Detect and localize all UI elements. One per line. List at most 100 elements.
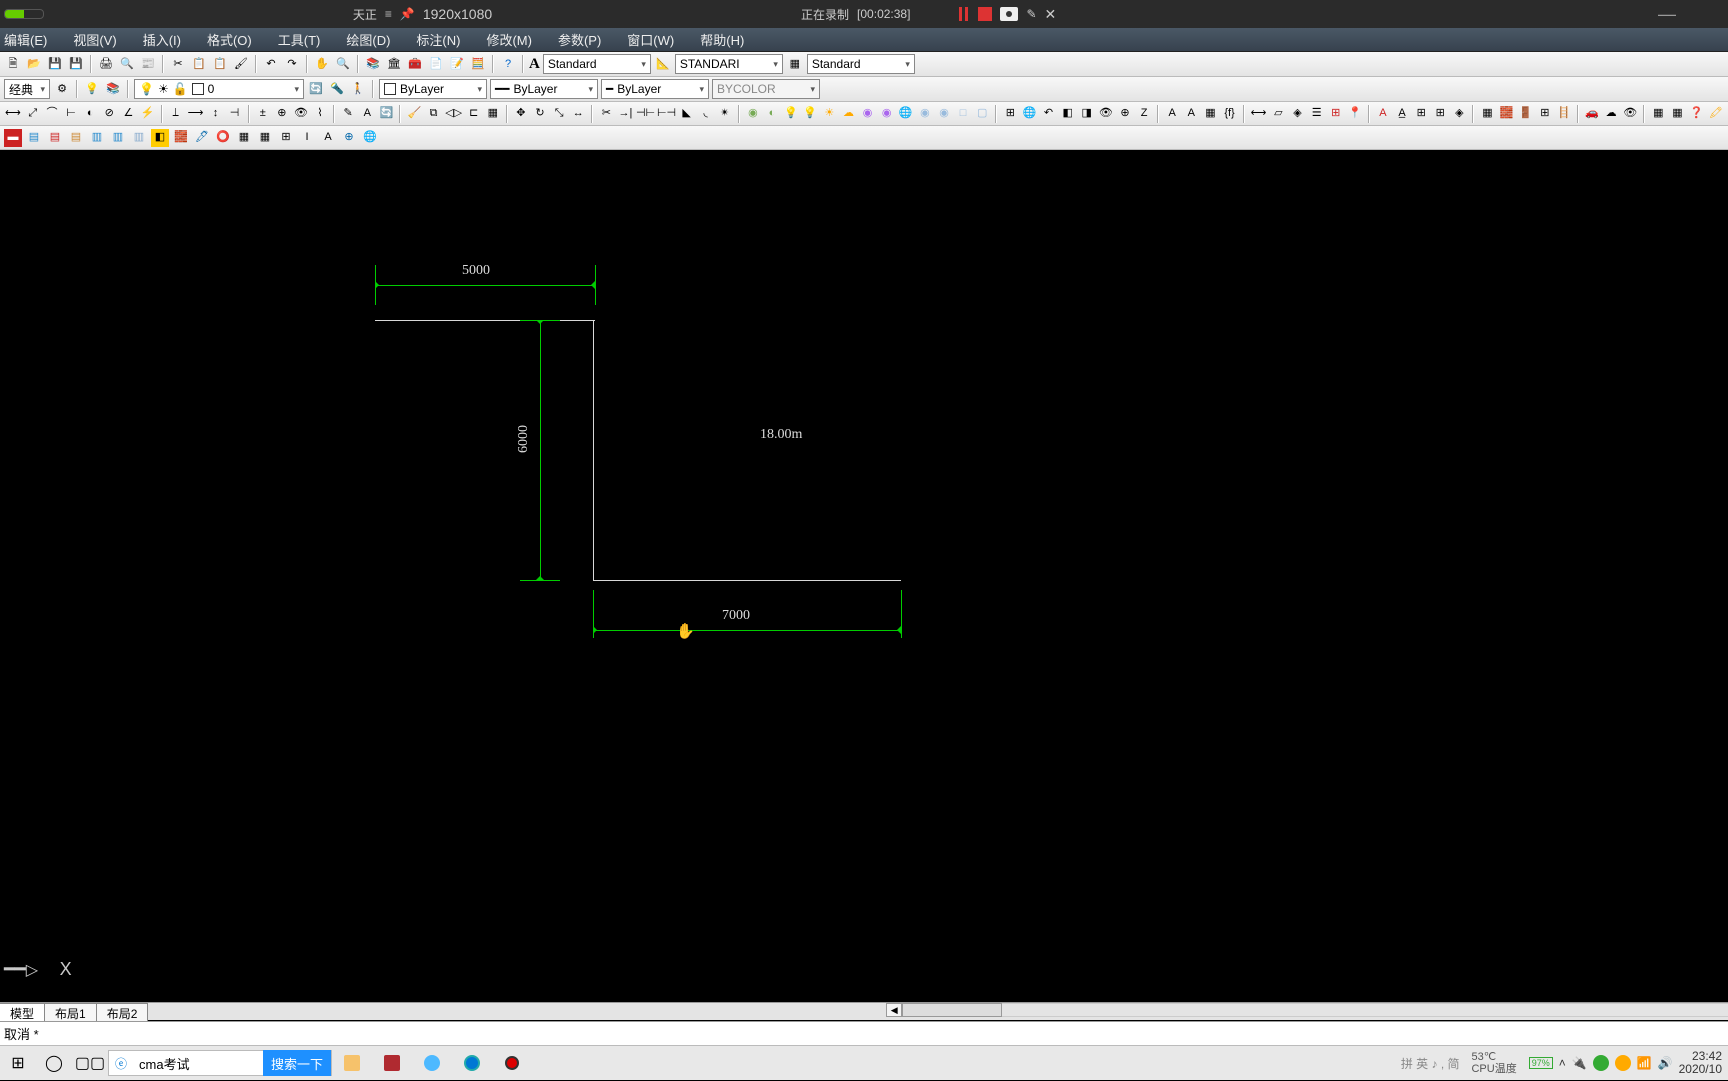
tray-up-icon[interactable]: ˄ [1559,1056,1566,1070]
tolerance-icon[interactable]: ± [255,105,271,123]
search-submit[interactable]: 搜索一下 [263,1050,331,1076]
offset-icon[interactable]: ⊏ [466,105,482,123]
zoom-icon[interactable]: 🔍 [334,55,352,73]
tz13-icon[interactable]: ▦ [256,129,274,147]
sheet4-icon[interactable]: ❓ [1689,105,1705,123]
erase-icon[interactable]: 🧹 [406,105,422,123]
ucs-obj-icon[interactable]: ◨ [1079,105,1095,123]
dim-aligned-icon[interactable]: ⤢ [25,105,41,123]
break-icon[interactable]: ⊣⊢ [637,105,655,123]
field-icon[interactable]: {f} [1221,105,1237,123]
fillet-icon[interactable]: ◟ [698,105,714,123]
wall-icon[interactable]: 🧱 [1499,105,1515,123]
hamburger-icon[interactable]: ≡ [385,7,392,21]
annotate-c-icon[interactable]: ⊞ [1413,105,1429,123]
cut-icon[interactable]: ✂ [169,55,187,73]
material-icon[interactable]: ◉ [860,105,876,123]
taskview-icon[interactable]: ▢▢ [72,1046,108,1081]
annotate-d-icon[interactable]: ⊞ [1432,105,1448,123]
text-style-btn[interactable]: A [529,56,540,73]
array-icon[interactable]: ▦ [485,105,501,123]
text-mt-icon[interactable]: A [1164,105,1180,123]
text-style-combo[interactable]: Standard▾ [543,54,651,74]
ucs-view-icon[interactable]: 👁 [1098,105,1114,123]
menu-dimension[interactable]: 标注(N) [416,30,460,49]
app-baidu-netdisk[interactable] [412,1046,452,1081]
menu-tools[interactable]: 工具(T) [278,30,321,49]
pause-icon[interactable] [956,7,970,21]
map-icon[interactable]: 🌐 [898,105,914,123]
highlight-icon[interactable]: 🖍 [1708,105,1724,123]
list-icon[interactable]: ☰ [1309,105,1325,123]
car-icon[interactable]: 🚗 [1584,105,1600,123]
drawing-canvas[interactable]: 5000 6000 7000 18.00m ✋ ━━▷ X [0,170,1728,988]
stair-icon[interactable]: 🪜 [1556,105,1572,123]
dim-update-icon[interactable]: 🔄 [378,105,394,123]
menu-insert[interactable]: 插入(I) [143,30,181,49]
dcenter-icon[interactable]: 🏛 [385,55,403,73]
annotate-icon[interactable]: ✎ [1026,7,1036,21]
color-combo[interactable]: ByLayer▾ [379,79,487,99]
tray-power-icon[interactable]: 🔌 [1572,1056,1587,1070]
view-render-icon[interactable]: ◉ [745,105,761,123]
tz14-icon[interactable]: ⊞ [277,129,295,147]
dim-ordinate-icon[interactable]: ⊢ [63,105,79,123]
adv-render-icon[interactable]: ◉ [936,105,952,123]
scale-icon[interactable]: ⤡ [551,105,567,123]
tool-palette-icon[interactable]: 🧰 [406,55,424,73]
mirror-icon[interactable]: ◁▷ [445,105,463,123]
cortana-icon[interactable]: ◯ [36,1046,72,1081]
area-icon[interactable]: ▱ [1270,105,1286,123]
menu-help[interactable]: 帮助(H) [700,30,744,49]
open-icon[interactable]: 📂 [25,55,43,73]
dim-radius-icon[interactable]: ◐ [82,105,98,123]
tray-wifi-icon[interactable]: 📶 [1637,1056,1652,1070]
sun-prop-icon[interactable]: ☀ [821,105,837,123]
pan-icon[interactable]: ✋ [313,55,331,73]
layer-combo[interactable]: 💡 ☀ 🔓 0▾ [134,79,304,99]
sheet-icon[interactable]: 📄 [427,55,445,73]
dim-break-icon[interactable]: ⊣ [227,105,243,123]
region-icon[interactable]: ◈ [1289,105,1305,123]
lineweight-combo[interactable]: ━ByLayer▾ [601,79,709,99]
tz16-icon[interactable]: A [319,129,337,147]
chamfer-icon[interactable]: ◣ [679,105,695,123]
ucs-z-icon[interactable]: Z [1136,105,1152,123]
help-icon[interactable]: ? [499,55,517,73]
eye-icon[interactable]: 👁 [1622,105,1638,123]
ucs-prev-icon[interactable]: ↶ [1040,105,1056,123]
dim-angular-icon[interactable]: ∠ [120,105,136,123]
stretch-icon[interactable]: ↔ [570,105,586,123]
save-icon[interactable]: 💾 [46,55,64,73]
calc-icon[interactable]: 🧮 [469,55,487,73]
text-st-icon[interactable]: A [1183,105,1199,123]
annotate-e-icon[interactable]: ◈ [1451,105,1467,123]
menu-window[interactable]: 窗口(W) [627,30,674,49]
extend-icon[interactable]: →| [617,105,633,123]
tz7-icon[interactable]: ▥ [130,129,148,147]
copy-icon[interactable]: 📋 [190,55,208,73]
close-recorder-icon[interactable]: ✕ [1045,6,1057,23]
pin-icon[interactable]: 📌 [400,7,415,21]
view-hide-icon[interactable]: ◐ [764,105,780,123]
light-icon[interactable]: 💡 [783,105,799,123]
ime-indicator[interactable]: 拼 英 ♪ , 简 [1401,1055,1460,1072]
door-icon[interactable]: 🚪 [1518,105,1534,123]
saveas-icon[interactable]: 💾 [67,55,85,73]
render-env-icon[interactable]: ◉ [917,105,933,123]
dim-continue-icon[interactable]: ⟶ [187,105,205,123]
table-style-icon[interactable]: ▦ [786,55,804,73]
tab-model[interactable]: 模型 [0,1003,45,1023]
menu-draw[interactable]: 绘图(D) [346,30,390,49]
app-autocad[interactable] [372,1046,412,1081]
menu-param[interactable]: 参数(P) [558,30,601,49]
annotate-b-icon[interactable]: A̲ [1394,105,1410,123]
tz1-icon[interactable]: ▬ [4,129,22,147]
search-input[interactable] [133,1056,263,1071]
dim-style-icon[interactable]: 📐 [654,55,672,73]
layer-prop-icon[interactable]: 📚 [364,55,382,73]
tz4-icon[interactable]: ▤ [67,129,85,147]
tz3-icon[interactable]: ▤ [46,129,64,147]
screenshot-icon[interactable] [1000,7,1018,21]
render-win-icon[interactable]: ▢ [974,105,990,123]
